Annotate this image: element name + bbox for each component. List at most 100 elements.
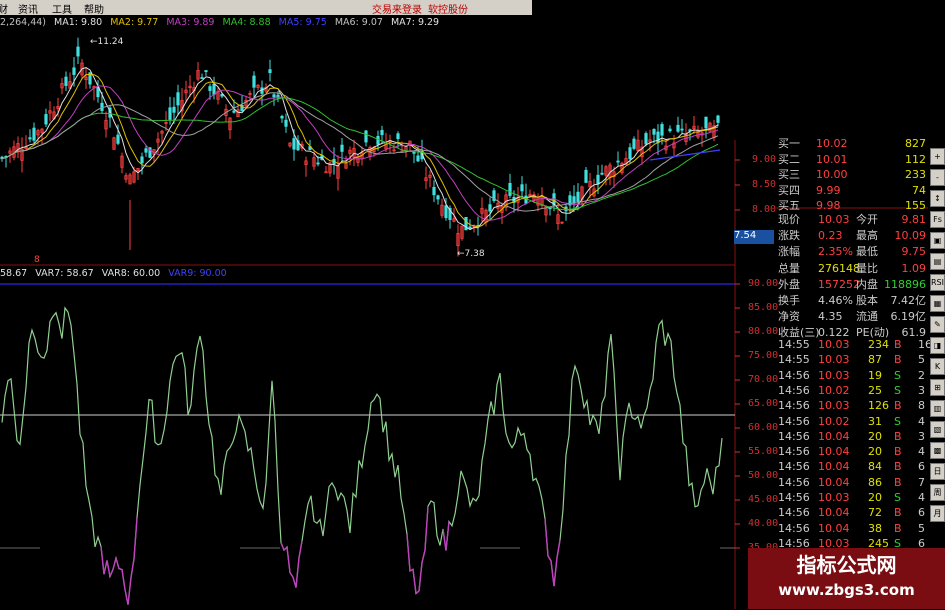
toolbar-button[interactable]: ▦ — [930, 295, 945, 312]
current-price-value: 7.54 — [734, 230, 757, 241]
candle-body — [140, 156, 144, 164]
stat-row: 外盘 157252 内盘 118896 — [776, 277, 928, 293]
tick-row[interactable]: 14:56 10.04 20 B 3 — [776, 429, 928, 444]
stat-value: 10.03 — [818, 213, 850, 226]
candle-body — [200, 77, 204, 79]
oversold-segment — [556, 540, 561, 558]
tick-side: B — [894, 399, 902, 413]
tick-volume: 87 — [868, 353, 882, 367]
tick-side: S — [894, 383, 901, 397]
tick-row[interactable]: 14:56 10.04 20 B 4 — [776, 444, 928, 459]
candle-body — [44, 114, 48, 125]
toolbar-button[interactable]: 周 — [930, 484, 945, 501]
stat-value: 2.35% — [818, 245, 853, 259]
stat-row: 净资 4.35 流通 6.19亿 — [776, 309, 928, 325]
tick-time: 14:56 — [778, 445, 810, 459]
candle-body — [144, 148, 148, 153]
tick-row[interactable]: 14:55 10.03 234 B 16 — [776, 337, 932, 352]
tick-time: 14:55 — [778, 353, 810, 367]
tick-price: 10.04 — [818, 429, 850, 443]
toolbar-button[interactable]: ▩ — [930, 442, 945, 459]
candle-body — [616, 160, 620, 163]
bid-price: 9.99 — [816, 183, 841, 197]
tick-row[interactable]: 14:56 10.04 86 B 7 — [776, 475, 928, 490]
oversold-segment — [421, 549, 426, 563]
tick-count: 2 — [918, 368, 925, 382]
candle-body — [644, 133, 648, 145]
tick-row[interactable]: 14:56 10.02 31 S 4 — [776, 414, 928, 429]
toolbar-button[interactable]: ◨ — [930, 337, 945, 354]
tick-row[interactable]: 14:56 10.04 72 B 6 — [776, 505, 928, 520]
toolbar-button[interactable]: 日 — [930, 463, 945, 480]
bid-price: 10.02 — [816, 137, 848, 150]
oversold-segment — [406, 534, 411, 572]
tick-row[interactable]: 14:55 10.03 87 B 5 — [776, 352, 928, 367]
tick-row[interactable]: 14:56 10.02 25 S 3 — [776, 383, 928, 398]
tick-row[interactable]: 14:56 10.04 38 B 5 — [776, 521, 928, 536]
marker-label: 8 — [34, 255, 40, 265]
oversold-segment — [289, 572, 294, 578]
tick-side: B — [894, 338, 902, 351]
side-toolbar: + - ↕ Fs ▣ ▤ RSI ▦ ✎ ◨ K ⊞ ▥ ▧ ▩ 日周月 — [929, 140, 945, 610]
tick-price: 10.03 — [818, 368, 850, 382]
toolbar-button[interactable]: 月 — [930, 505, 945, 522]
tick-price: 10.04 — [818, 521, 850, 535]
toolbar-button[interactable]: RSI — [930, 274, 945, 291]
toolbar-button[interactable]: ▧ — [930, 421, 945, 438]
tick-price: 10.04 — [818, 475, 850, 489]
oversold-segment — [544, 518, 549, 557]
tick-count: 8 — [918, 399, 925, 413]
stat-value: 9.75 — [901, 245, 927, 259]
tick-volume: 31 — [868, 414, 882, 428]
osc-axis-label: 40.00 — [748, 518, 779, 529]
stat-value: 118896 — [884, 277, 926, 291]
watermark-banner: 指标公式网 www.zbgs3.com — [748, 548, 945, 609]
tick-row[interactable]: 14:56 10.03 19 S 2 — [776, 368, 928, 383]
toolbar-button[interactable]: ▤ — [930, 253, 945, 270]
toolbar-button[interactable]: Fs — [930, 211, 945, 228]
candle-body — [316, 162, 320, 165]
candle-body — [204, 70, 208, 72]
tick-row[interactable]: 14:56 10.03 126 B 8 — [776, 398, 928, 413]
toolbar-button[interactable]: ▣ — [930, 232, 945, 249]
candle-body — [376, 135, 380, 145]
stat-row: 现价 10.03 今开 9.81 — [776, 212, 928, 228]
toolbar-button[interactable]: ↕ — [930, 190, 945, 207]
tick-price: 10.03 — [818, 338, 850, 351]
stat-row: 涨跌 0.23 最高 10.09 — [776, 228, 928, 244]
candle-body — [380, 129, 384, 136]
toolbar-button[interactable]: ▥ — [930, 400, 945, 417]
toolbar-button[interactable]: + — [930, 148, 945, 165]
toolbar-button[interactable]: ⊞ — [930, 379, 945, 396]
candle-body — [64, 76, 68, 86]
bid-label: 买一 — [778, 137, 800, 150]
tick-row[interactable]: 14:56 10.03 20 S 4 — [776, 490, 928, 505]
stat-row: 换手 4.46% 股本 7.42亿 — [776, 293, 928, 309]
oversold-segment — [295, 557, 300, 588]
ma5-line — [649, 149, 721, 161]
oversold-segment — [445, 521, 450, 551]
bid-volume: 233 — [905, 168, 926, 181]
candle-body — [340, 144, 344, 152]
toolbar-button[interactable]: - — [930, 169, 945, 186]
toolbar-button[interactable]: ✎ — [930, 316, 945, 333]
toolbar-button[interactable]: K — [930, 358, 945, 375]
tick-time: 14:56 — [778, 383, 810, 397]
candle-body — [628, 147, 632, 160]
tick-side: S — [894, 491, 901, 504]
tick-side: S — [894, 414, 901, 428]
bid-volume: 827 — [905, 137, 926, 150]
oversold-segment — [547, 555, 552, 562]
candle-body — [524, 195, 528, 204]
osc-axis-label: 85.00 — [748, 302, 779, 313]
osc-axis-label: 55.00 — [748, 446, 779, 457]
candle-body — [76, 46, 80, 57]
tick-time: 14:56 — [778, 506, 810, 520]
candle-body — [168, 107, 172, 120]
tick-row[interactable]: 14:56 10.04 84 B 6 — [776, 459, 928, 474]
tick-time: 14:56 — [778, 491, 810, 504]
watermark-title: 指标公式网 — [796, 553, 897, 577]
bid-price: 10.01 — [816, 152, 848, 166]
tick-side: B — [894, 506, 902, 520]
stat-label: 今开 — [856, 213, 878, 226]
